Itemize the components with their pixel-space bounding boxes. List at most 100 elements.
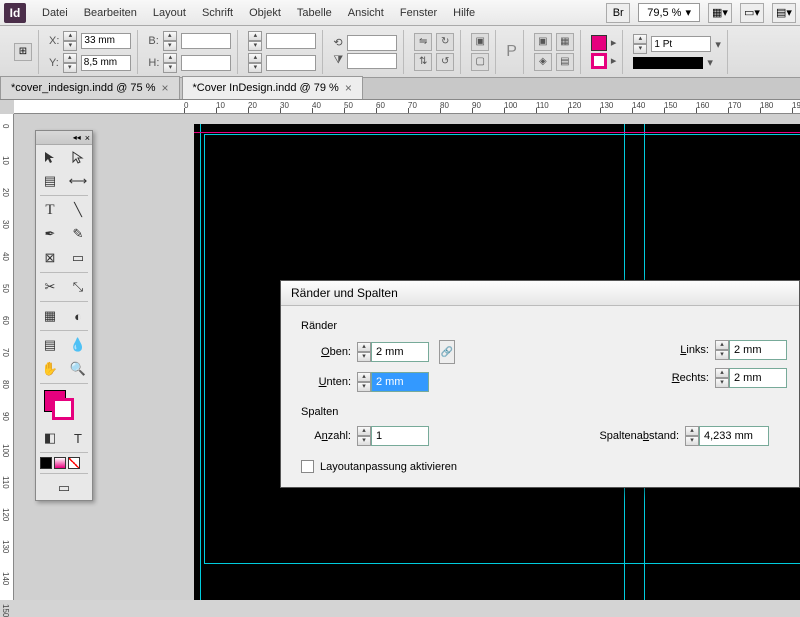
apply-color[interactable] [40,457,52,469]
menu-bearbeiten[interactable]: Bearbeiten [76,3,145,23]
flip-v-icon[interactable]: ⇅ [414,53,432,71]
horizontal-ruler[interactable]: 0102030405060708090100110120130140150160… [14,100,800,114]
pencil-tool[interactable]: ✎ [64,222,92,246]
page-tool[interactable]: ▤ [36,169,64,193]
apply-gradient[interactable] [54,457,66,469]
vertical-ruler[interactable]: 0102030405060708090100110120130140150 [0,114,14,600]
apply-none[interactable] [68,457,80,469]
width-input[interactable] [181,33,231,49]
gutter-spin-down[interactable]: ▾ [685,436,699,446]
fill-swatch[interactable] [591,35,607,51]
layout-adjust-checkbox[interactable] [301,460,314,473]
rectangle-tool[interactable]: ▭ [64,246,92,270]
shear-input[interactable] [347,53,397,69]
menu-schrift[interactable]: Schrift [194,3,241,23]
close-icon[interactable]: × [345,81,352,95]
gutter-input[interactable] [699,426,769,446]
gutter-spin-up[interactable]: ▴ [685,426,699,436]
shear-icon: ⧩ [333,54,343,67]
scale-x-input[interactable] [266,33,316,49]
color-selector[interactable] [38,388,90,424]
rotate-input[interactable] [347,35,397,51]
x-down[interactable]: ▾ [63,41,77,51]
stroke-color[interactable] [52,398,74,420]
right-spin-down[interactable]: ▾ [715,378,729,388]
bottom-spin-up[interactable]: ▴ [357,372,371,382]
margin-top-input[interactable] [371,342,429,362]
rectangle-frame-tool[interactable]: ⊠ [36,246,64,270]
zoom-tool[interactable]: 🔍 [64,357,92,381]
x-up[interactable]: ▴ [63,31,77,41]
scissors-tool[interactable]: ✂ [36,275,64,299]
menu-datei[interactable]: Datei [34,3,76,23]
line-tool[interactable]: ╲ [64,198,92,222]
height-input[interactable] [181,55,231,71]
eyedropper-tool[interactable]: 💧 [64,333,92,357]
wrap-none-icon[interactable]: ▣ [534,33,552,51]
selection-tool[interactable] [36,145,64,169]
arrange-button[interactable]: ▤▾ [772,3,796,23]
note-tool[interactable]: ▤ [36,333,64,357]
wrap-jump-icon[interactable]: ▤ [556,53,574,71]
close-icon[interactable]: × [161,81,168,95]
view-options-button[interactable]: ▦▾ [708,3,732,23]
top-spin-up[interactable]: ▴ [357,342,371,352]
x-input[interactable] [81,33,131,49]
menu-objekt[interactable]: Objekt [241,3,289,23]
free-transform-tool[interactable]: ⤡ [64,275,92,299]
doc-tab-2[interactable]: *Cover InDesign.indd @ 79 %× [182,76,363,99]
wrap-bbox-icon[interactable]: ▦ [556,33,574,51]
count-spin-up[interactable]: ▴ [357,426,371,436]
margin-left-input[interactable] [729,340,787,360]
close-icon[interactable]: × [85,133,90,143]
stroke-swatch[interactable] [591,53,607,69]
wrap-shape-icon[interactable]: ◈ [534,53,552,71]
menu-tabelle[interactable]: Tabelle [289,3,340,23]
stroke-weight-input[interactable] [651,36,711,52]
rotate-cw-icon[interactable]: ↻ [436,33,454,51]
left-spin-up[interactable]: ▴ [715,340,729,350]
flip-h-icon[interactable]: ⇋ [414,33,432,51]
link-margins-icon[interactable]: 🔗 [439,340,455,364]
menu-layout[interactable]: Layout [145,3,194,23]
left-spin-down[interactable]: ▾ [715,350,729,360]
pen-tool[interactable]: ✒ [36,222,64,246]
y-up[interactable]: ▴ [63,53,77,63]
menu-fenster[interactable]: Fenster [392,3,445,23]
stroke-style-dropdown[interactable] [633,57,703,69]
margin-bottom-input[interactable] [371,372,429,392]
margin-right-input[interactable] [729,368,787,388]
panel-header[interactable]: ◂◂ × [36,131,92,145]
gap-tool[interactable]: ⟷ [64,169,92,193]
menu-ansicht[interactable]: Ansicht [340,3,392,23]
hand-tool[interactable]: ✋ [36,357,64,381]
gradient-swatch-tool[interactable]: ▦ [36,304,64,328]
bridge-button[interactable]: Br [606,3,630,23]
type-tool[interactable]: T [36,198,64,222]
bottom-spin-down[interactable]: ▾ [357,382,371,392]
reference-point-icon[interactable]: ⊞ [14,43,32,61]
formatting-text-icon[interactable]: T [64,426,92,450]
menu-hilfe[interactable]: Hilfe [445,3,483,23]
guide-vertical[interactable] [200,124,201,600]
content-select-icon[interactable]: ▢ [471,53,489,71]
view-mode-button[interactable]: ▭ [36,476,92,500]
scale-y-input[interactable] [266,55,316,71]
column-count-input[interactable] [371,426,429,446]
y-down[interactable]: ▾ [63,63,77,73]
formatting-container-icon[interactable]: ◧ [36,426,64,450]
top-spin-down[interactable]: ▾ [357,352,371,362]
container-select-icon[interactable]: ▣ [471,33,489,51]
collapse-icon[interactable]: ◂◂ [73,133,81,142]
y-input[interactable] [81,55,131,71]
right-spin-up[interactable]: ▴ [715,368,729,378]
rotate-ccw-icon[interactable]: ↺ [436,53,454,71]
direct-selection-tool[interactable] [64,145,92,169]
doc-tab-1[interactable]: *cover_indesign.indd @ 75 %× [0,76,180,99]
count-spin-down[interactable]: ▾ [357,436,371,446]
screen-mode-button[interactable]: ▭▾ [740,3,764,23]
dialog-title: Ränder und Spalten [281,281,799,306]
zoom-dropdown[interactable]: 79,5 %▾ [638,3,700,22]
guide-horizontal[interactable] [194,132,800,133]
gradient-feather-tool[interactable]: ◐ [64,304,92,328]
